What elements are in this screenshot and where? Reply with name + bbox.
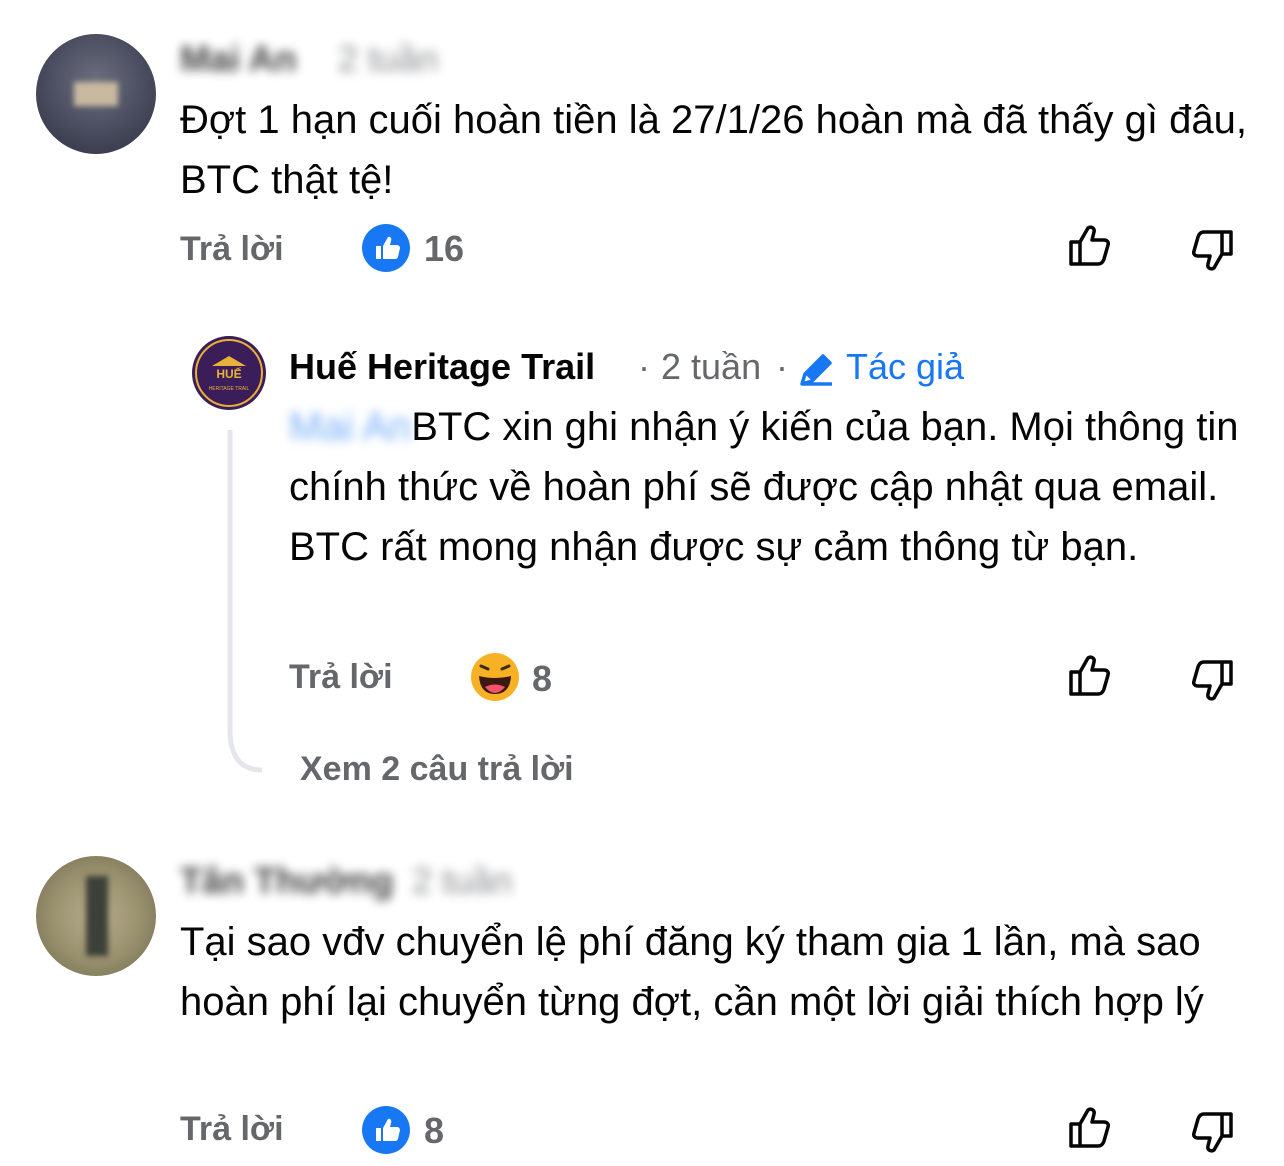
reply-body: BTC xin ghi nhận ý kiến của bạn. Mọi thô… [289,405,1239,569]
reply-button[interactable]: Trả lời [180,230,284,269]
separator-dot: · [776,346,788,387]
reply-time[interactable]: 2 tuần [661,346,761,388]
mention-tag[interactable]: Mai An [289,405,411,449]
comment-time[interactable]: 2 tuần [338,38,438,80]
view-more-replies-button[interactable]: Xem 2 câu trả lời [300,750,574,789]
haha-reaction-icon[interactable] [470,652,520,702]
svg-text:HUẾ: HUẾ [216,366,241,381]
separator-dot: · [638,346,650,387]
reply-text: Mai AnBTC xin ghi nhận ý kiến của bạn. M… [289,397,1239,577]
heritage-trail-logo-icon: HUẾ HERITAGE TRAIL [195,339,263,407]
thumbs-up-icon[interactable] [1066,652,1114,700]
comment-text: Đợt 1 hạn cuối hoàn tiền là 27/1/26 hoàn… [180,98,1247,202]
thumbs-down-icon[interactable] [1188,656,1236,704]
author-badge: Tác giả [846,346,965,387]
thumbs-down-icon[interactable] [1188,226,1236,274]
svg-text:HERITAGE TRAIL: HERITAGE TRAIL [209,386,250,392]
comment-author[interactable]: Mai An [180,38,297,80]
reply-button[interactable]: Trả lời [180,1110,284,1149]
reaction-count[interactable]: 8 [424,1110,444,1152]
thumbs-up-icon[interactable] [1066,222,1114,270]
thumbs-up-icon[interactable] [1066,1104,1114,1152]
like-reaction-icon[interactable] [362,1106,410,1154]
comment-text: Tại sao vđv chuyển lệ phí đăng ký tham g… [180,920,1204,1024]
thread-line [227,430,263,773]
pencil-icon [800,354,832,386]
comment-author[interactable]: Tân Thường [180,860,394,902]
thumbs-down-icon[interactable] [1188,1108,1236,1156]
reply-author[interactable]: Huế Heritage Trail [289,346,595,388]
page-avatar[interactable]: HUẾ HERITAGE TRAIL [192,336,266,410]
avatar[interactable] [36,34,156,154]
reaction-count[interactable]: 8 [532,658,552,700]
reaction-count[interactable]: 16 [424,228,464,270]
comment-time[interactable]: 2 tuần [412,860,512,902]
reply-button[interactable]: Trả lời [289,658,393,697]
avatar[interactable] [36,856,156,976]
like-reaction-icon[interactable] [362,224,410,272]
